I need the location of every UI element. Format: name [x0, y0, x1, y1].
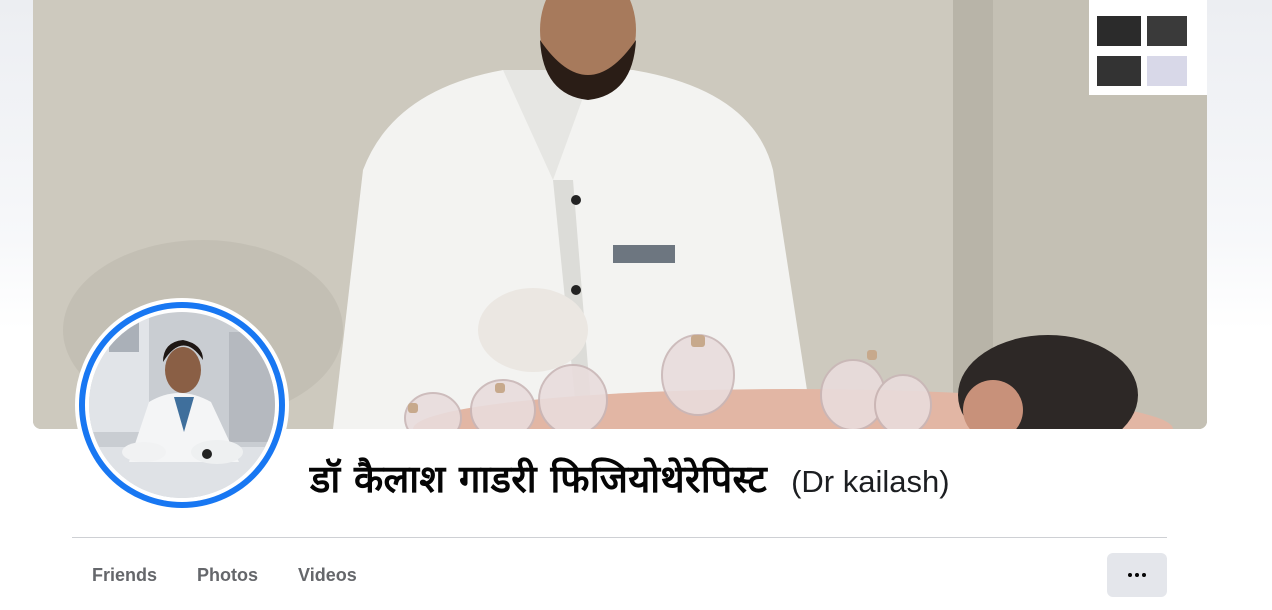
profile-picture-frame [85, 308, 279, 502]
divider [72, 537, 1167, 538]
profile-picture-ring [79, 302, 285, 508]
profile-name-row: डॉ कैलाश गाडरी फिजियोथेरेपिस्ट (Dr kaila… [310, 452, 950, 504]
avatar [89, 312, 275, 498]
more-options-button[interactable] [1107, 553, 1167, 597]
profile-picture[interactable] [75, 298, 289, 512]
tab-videos[interactable]: Videos [278, 551, 377, 599]
ellipsis-icon [1128, 573, 1146, 577]
profile-tabs: Friends Photos Videos [72, 551, 377, 599]
alternate-name: (Dr kailash) [791, 464, 950, 499]
tab-photos[interactable]: Photos [177, 551, 278, 599]
page-title: डॉ कैलाश गाडरी फिजियोथेरेपिस्ट [310, 457, 768, 501]
tab-friends[interactable]: Friends [72, 551, 177, 599]
